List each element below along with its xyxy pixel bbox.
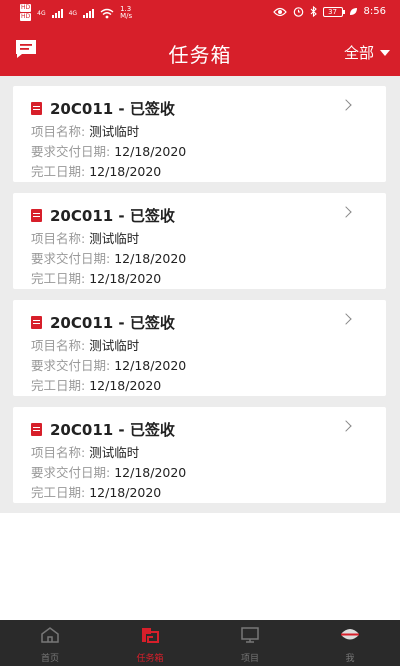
document-icon	[31, 102, 42, 115]
app-bar: 任务箱 全部	[0, 26, 400, 76]
chevron-right-icon	[340, 313, 352, 325]
signal-icon	[51, 8, 63, 18]
status-left: HD HD 4G 4G 1.3 M/s	[20, 4, 132, 22]
task-title: 20C011 - 已签收	[50, 100, 175, 118]
tab-profile-label: 我	[345, 654, 355, 664]
home-icon	[41, 627, 59, 643]
document-icon	[31, 209, 42, 222]
delivery-date-label: 要求交付日期:	[31, 358, 111, 373]
completion-date-field: 完工日期: 12/18/2020	[31, 375, 161, 394]
hd-indicator: HD HD	[20, 4, 32, 22]
task-box-icon	[142, 628, 159, 643]
completion-date-label: 完工日期:	[31, 271, 86, 286]
completion-date-field: 完工日期: 12/18/2020	[31, 268, 161, 287]
status-bar: HD HD 4G 4G 1.3 M/s 37 8:56	[0, 0, 400, 26]
project-name-label: 项目名称:	[31, 445, 86, 460]
delivery-date-value: 12/18/2020	[114, 358, 187, 373]
task-title-row: 20C011 - 已签收	[31, 205, 175, 226]
speed-unit: M/s	[120, 12, 133, 20]
project-name-value: 测试临时	[89, 231, 140, 246]
filter-dropdown[interactable]: 全部	[344, 42, 390, 63]
delivery-date-label: 要求交付日期:	[31, 465, 111, 480]
project-name-field: 项目名称: 测试临时	[31, 228, 139, 247]
completion-date-label: 完工日期:	[31, 164, 86, 179]
project-name-value: 测试临时	[89, 124, 140, 139]
completion-date-label: 完工日期:	[31, 485, 86, 500]
tab-task-box-label: 任务箱	[136, 654, 164, 664]
task-card[interactable]: 20C011 - 已签收 项目名称: 测试临时 要求交付日期: 12/18/20…	[13, 300, 386, 396]
project-icon	[241, 627, 259, 643]
task-list: 20C011 - 已签收 项目名称: 测试临时 要求交付日期: 12/18/20…	[0, 76, 400, 513]
network-type-2: 4G	[68, 9, 78, 17]
wifi-icon	[100, 8, 114, 18]
completion-date-value: 12/18/2020	[89, 378, 162, 393]
hd-bottom-label: HD	[20, 13, 32, 21]
document-icon	[31, 316, 42, 329]
task-card[interactable]: 20C011 - 已签收 项目名称: 测试临时 要求交付日期: 12/18/20…	[13, 86, 386, 182]
completion-date-value: 12/18/2020	[89, 485, 162, 500]
project-name-value: 测试临时	[89, 445, 140, 460]
project-name-label: 项目名称:	[31, 231, 86, 246]
task-title-row: 20C011 - 已签收	[31, 312, 175, 333]
bluetooth-icon	[310, 6, 317, 17]
network-speed: 1.3 M/s	[120, 6, 132, 20]
tab-home-label: 首页	[40, 654, 59, 664]
project-name-field: 项目名称: 测试临时	[31, 335, 139, 354]
task-title: 20C011 - 已签收	[50, 421, 175, 439]
alarm-icon	[293, 7, 303, 17]
task-title: 20C011 - 已签收	[50, 207, 175, 225]
battery-icon: 37	[322, 6, 345, 17]
delivery-date-value: 12/18/2020	[114, 144, 187, 159]
tab-project[interactable]: 项目	[200, 620, 300, 666]
battery-level: 37	[328, 7, 337, 16]
tab-task-box[interactable]: 任务箱	[100, 620, 200, 666]
status-right: 37 8:56	[272, 6, 386, 17]
project-name-field: 项目名称: 测试临时	[31, 121, 139, 140]
project-name-value: 测试临时	[89, 338, 140, 353]
chevron-right-icon	[340, 206, 352, 218]
chevron-right-icon	[340, 99, 352, 111]
status-time: 8:56	[363, 6, 386, 17]
hd-top-label: HD	[20, 4, 32, 12]
delivery-date-value: 12/18/2020	[114, 251, 187, 266]
signal-icon-2	[83, 8, 95, 18]
delivery-date-field: 要求交付日期: 12/18/2020	[31, 355, 186, 374]
bottom-tab-bar: 首页 任务箱 项目 我	[0, 620, 400, 666]
tab-project-label: 项目	[240, 654, 259, 664]
task-title: 20C011 - 已签收	[50, 314, 175, 332]
document-icon	[31, 423, 42, 436]
project-name-label: 项目名称:	[31, 338, 86, 353]
delivery-date-label: 要求交付日期:	[31, 251, 111, 266]
project-name-field: 项目名称: 测试临时	[31, 442, 139, 461]
completion-date-label: 完工日期:	[31, 378, 86, 393]
tab-home[interactable]: 首页	[0, 620, 100, 666]
task-card[interactable]: 20C011 - 已签收 项目名称: 测试临时 要求交付日期: 12/18/20…	[13, 407, 386, 503]
tab-profile[interactable]: 我	[300, 620, 400, 666]
completion-date-value: 12/18/2020	[89, 271, 162, 286]
leaf-icon	[349, 8, 357, 15]
task-title-row: 20C011 - 已签收	[31, 98, 175, 119]
completion-date-value: 12/18/2020	[89, 164, 162, 179]
completion-date-field: 完工日期: 12/18/2020	[31, 482, 161, 501]
chevron-right-icon	[340, 420, 352, 432]
delivery-date-field: 要求交付日期: 12/18/2020	[31, 141, 186, 160]
task-card[interactable]: 20C011 - 已签收 项目名称: 测试临时 要求交付日期: 12/18/20…	[13, 193, 386, 289]
task-title-row: 20C011 - 已签收	[31, 419, 175, 440]
filter-label: 全部	[343, 44, 374, 62]
eye-icon	[272, 7, 287, 16]
completion-date-field: 完工日期: 12/18/2020	[31, 161, 161, 180]
page-title: 任务箱	[168, 43, 232, 67]
caret-down-icon	[380, 49, 390, 56]
project-name-label: 项目名称:	[31, 124, 86, 139]
delivery-date-label: 要求交付日期:	[31, 144, 111, 159]
delivery-date-field: 要求交付日期: 12/18/2020	[31, 248, 186, 267]
profile-icon	[341, 629, 359, 640]
network-type-1: 4G	[37, 9, 46, 17]
delivery-date-field: 要求交付日期: 12/18/2020	[31, 462, 186, 481]
delivery-date-value: 12/18/2020	[114, 465, 187, 480]
